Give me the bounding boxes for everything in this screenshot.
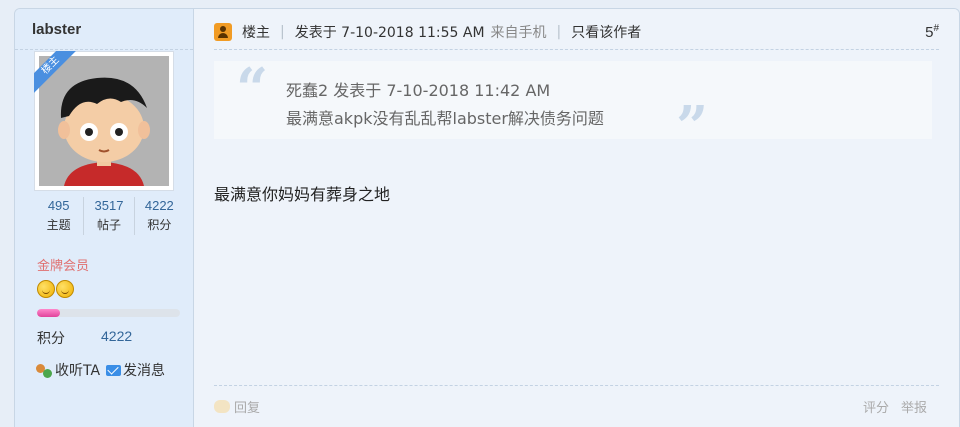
- avatar[interactable]: 楼主: [34, 51, 174, 191]
- divider: |: [556, 24, 562, 40]
- smiley-icon: [56, 280, 74, 298]
- forum-post: labster 楼主 495 主题 3517 帖子 4222 积分 金牌会员 积…: [14, 8, 960, 427]
- smiley-icon: [37, 280, 55, 298]
- divider: |: [280, 24, 285, 40]
- rate-button[interactable]: 评分: [863, 397, 889, 416]
- post-source: 来自手机: [490, 25, 547, 41]
- stat-credits[interactable]: 4222 积分: [135, 197, 184, 235]
- credit-value: 4222: [101, 328, 133, 344]
- footer-divider: [214, 385, 939, 386]
- quote-text: 最满意akpk没有乱乱帮labster解决债务问题: [286, 109, 604, 128]
- stat-credits-value: 4222: [144, 198, 174, 213]
- sidebar-divider: [15, 49, 193, 50]
- stat-threads[interactable]: 495 主题: [34, 197, 85, 235]
- author-actions: 收听TA 发消息: [35, 360, 165, 380]
- floor-mark: #: [933, 23, 939, 34]
- follow-label: 收听TA: [55, 363, 101, 379]
- user-stats: 495 主题 3517 帖子 4222 积分: [34, 197, 184, 235]
- report-button[interactable]: 举报: [901, 397, 927, 416]
- post-time: 发表于 7-10-2018 11:55 AM: [294, 25, 485, 41]
- rank-progress-fill: [37, 309, 60, 317]
- only-author-link[interactable]: 只看该作者: [571, 22, 641, 42]
- author-name[interactable]: labster: [32, 21, 81, 38]
- follow-button[interactable]: 收听TA: [35, 360, 100, 380]
- post-message: 最满意你妈妈有葬身之地: [214, 185, 391, 204]
- host-icon: [214, 23, 232, 41]
- rank-progress-bar: [37, 309, 180, 317]
- stat-threads-value: 495: [47, 198, 70, 213]
- user-rank[interactable]: 金牌会员: [37, 255, 89, 274]
- host-ribbon: 楼主: [34, 51, 76, 93]
- open-quote-icon: “: [236, 56, 269, 122]
- host-ribbon-label: 楼主: [34, 51, 76, 93]
- author-sidebar: labster 楼主 495 主题 3517 帖子 4222 积分 金牌会员 积…: [15, 9, 194, 427]
- stat-posts[interactable]: 3517 帖子: [84, 197, 135, 235]
- rank-stars: [37, 280, 74, 298]
- post-footer-actions: 评分 举报: [863, 397, 927, 416]
- reply-button[interactable]: 回复: [214, 397, 260, 416]
- reply-label: 回复: [234, 401, 261, 416]
- stat-posts-label: 帖子: [96, 218, 121, 232]
- post-body: 楼主 | 发表于 7-10-2018 11:55 AM 来自手机 | 只看该作者…: [194, 9, 959, 427]
- host-label: 楼主: [242, 25, 270, 41]
- credit-row: 积分 4222: [37, 328, 132, 348]
- post-header: 楼主 | 发表于 7-10-2018 11:55 AM 来自手机 | 只看该作者: [214, 19, 939, 45]
- reply-icon: [214, 400, 230, 413]
- floor-number[interactable]: 5#: [925, 23, 939, 41]
- envelope-icon: [106, 364, 122, 376]
- quote-block: “ 死蠢2 发表于 7-10-2018 11:42 AM 最满意akpk没有乱乱…: [214, 56, 932, 155]
- send-message-label: 发消息: [123, 363, 166, 379]
- stat-posts-value: 3517: [94, 198, 124, 213]
- stat-threads-label: 主题: [46, 218, 71, 232]
- send-message-button[interactable]: 发消息: [106, 360, 165, 380]
- close-quote-icon: ”: [676, 94, 709, 160]
- header-divider: [214, 49, 939, 50]
- stat-credits-label: 积分: [147, 218, 172, 232]
- credit-label: 积分: [37, 331, 65, 347]
- follow-icon: [35, 362, 53, 378]
- quote-author-line: 死蠢2 发表于 7-10-2018 11:42 AM: [286, 81, 551, 100]
